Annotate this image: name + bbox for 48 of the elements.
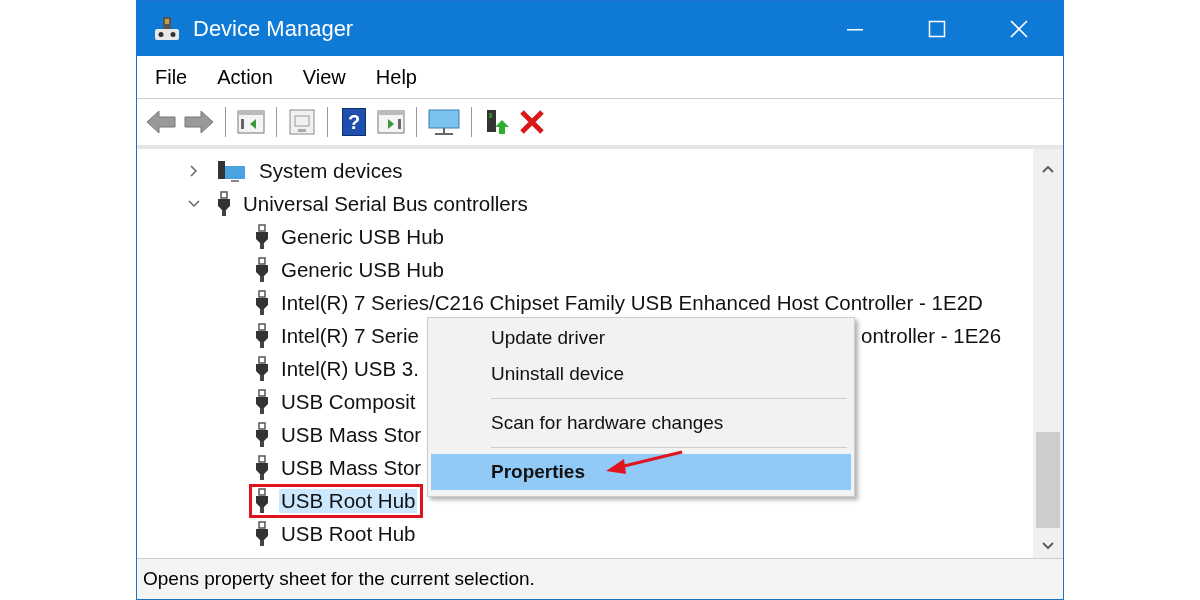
tree-item[interactable]: Generic USB Hub	[279, 257, 446, 282]
scroll-down-icon[interactable]	[1040, 540, 1056, 552]
usb-plug-icon	[255, 355, 269, 382]
tree-item[interactable]: USB Mass Stor	[279, 455, 424, 480]
menu-item[interactable]: File	[155, 65, 188, 89]
delete-x-icon[interactable]	[518, 108, 546, 136]
usb-plug-icon	[255, 421, 269, 448]
menu-option[interactable]: Uninstall device	[431, 356, 851, 392]
tree-item[interactable]: Generic USB Hub	[279, 224, 446, 249]
menu-option[interactable]: Scan for hardware changes	[431, 405, 851, 441]
tree-item[interactable]: USB Mass Stor	[279, 422, 424, 447]
scrollbar[interactable]	[1033, 149, 1063, 558]
usb-plug-icon	[255, 388, 269, 415]
tree-item[interactable]: Intel(R) 7 Serie	[279, 323, 421, 348]
forward-arrow-icon[interactable]	[183, 108, 215, 136]
scroll-up-icon[interactable]	[1040, 163, 1056, 175]
usb-plug-icon	[255, 223, 269, 250]
usb-plug-icon	[255, 256, 269, 283]
menu-item[interactable]: Help	[375, 65, 417, 89]
usb-plug-icon	[217, 190, 231, 217]
status-text: Opens property sheet for the current selection.	[143, 568, 535, 590]
usb-plug-icon	[255, 322, 269, 349]
panel-icon[interactable]	[236, 108, 266, 136]
tree-item[interactable]: USB Composit	[279, 389, 418, 414]
menu-item[interactable]: Action	[217, 65, 273, 89]
monitor-icon[interactable]	[427, 108, 461, 136]
menu-option[interactable]: Properties	[431, 454, 851, 490]
usb-plug-icon	[255, 520, 269, 547]
window-title: Device Manager	[193, 15, 354, 42]
device-icon	[153, 14, 181, 43]
help-icon[interactable]: ?	[342, 108, 366, 136]
tree-item[interactable]: System devices	[257, 158, 405, 183]
menu-item[interactable]: View	[302, 65, 346, 89]
usb-plug-icon	[255, 454, 269, 481]
tree-item[interactable]: Universal Serial Bus controllers	[241, 191, 530, 216]
back-arrow-icon[interactable]	[145, 108, 177, 136]
maximize-icon[interactable]	[927, 18, 947, 39]
tree-item[interactable]: Intel(R) USB 3.	[279, 356, 421, 381]
tree-item[interactable]: USB Root Hub	[279, 521, 418, 546]
tree-item-text[interactable]: ontroller - 1E26	[861, 323, 1002, 348]
usb-plug-icon	[255, 487, 269, 514]
panel-icon[interactable]	[376, 108, 406, 136]
close-icon[interactable]	[1009, 18, 1029, 39]
scroll-thumb[interactable]	[1036, 432, 1060, 528]
tree-item[interactable]: USB Root Hub	[279, 488, 418, 513]
tree-item[interactable]: Intel(R) 7 Series/C216 Chipset Family USB Enhanced Host Controller - 1E2D	[279, 290, 985, 315]
usb-plug-icon	[255, 289, 269, 316]
menu-option[interactable]: Update driver	[431, 320, 851, 356]
